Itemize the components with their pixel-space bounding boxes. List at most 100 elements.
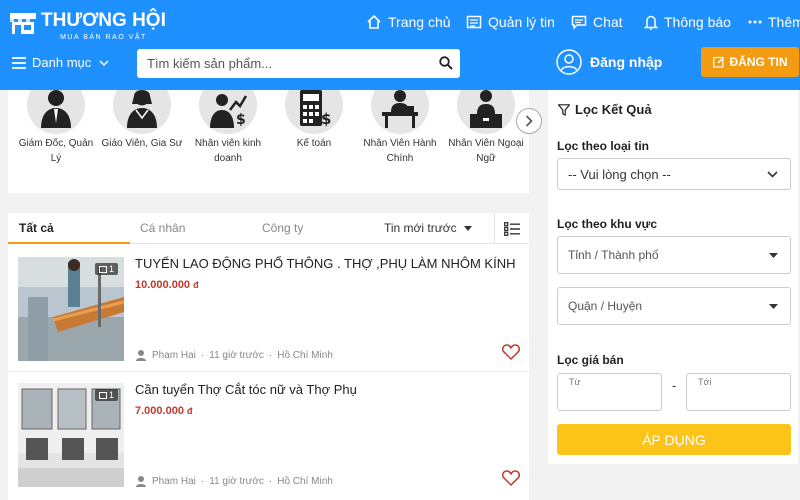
- bell-icon: [644, 15, 658, 30]
- user-icon: [136, 350, 146, 361]
- category-item[interactable]: Nhân Viên Hành Chính: [357, 90, 443, 166]
- search-input[interactable]: [137, 49, 427, 78]
- price-from-label: Từ: [569, 377, 581, 387]
- post-listing-button[interactable]: ĐĂNG TIN: [701, 47, 799, 77]
- district-value: Quận / Huyện: [568, 299, 643, 313]
- nav-home[interactable]: Trang chủ: [366, 14, 451, 30]
- nav-chat-label: Chat: [593, 14, 623, 30]
- post-listing-label: ĐĂNG TIN: [729, 55, 788, 69]
- listing-item[interactable]: 1 TUYỂN LAO ĐỘNG PHỔ THÔNG . THỢ ,PHỤ LÀ…: [8, 244, 529, 369]
- listing-location: Hồ Chí Minh: [277, 475, 333, 487]
- sort-label: Tin mới trước: [384, 221, 457, 235]
- price-from-input[interactable]: Từ: [557, 373, 662, 411]
- category-menu-label: Danh mục: [32, 55, 92, 70]
- listing-meta: Pham Hai · 11 giờ trước · Hồ Chí Minh: [135, 475, 333, 487]
- image-count-badge: 1: [94, 263, 118, 275]
- listing-price: 7.000.000 đ: [135, 405, 193, 417]
- meta-separator: ·: [268, 475, 273, 487]
- category-item[interactable]: Giám Đốc, Quản Lý: [13, 90, 99, 166]
- filter-header: Lọc Kết Quả: [558, 102, 652, 117]
- listing-user[interactable]: Pham Hai: [152, 476, 196, 487]
- logo-tagline: MUA BÁN RAO VẶT: [60, 34, 147, 41]
- chevron-down-icon: [99, 59, 109, 66]
- filter-type-label: Lọc theo loại tin: [557, 139, 649, 153]
- meta-separator: ·: [200, 349, 205, 361]
- language-staff-icon: [470, 90, 502, 128]
- image-count: 1: [108, 264, 114, 274]
- caret-down-icon: [769, 304, 778, 309]
- currency: đ: [187, 406, 193, 416]
- listing-title[interactable]: TUYỂN LAO ĐỘNG PHỔ THÔNG . THỢ ,PHỤ LÀM …: [135, 256, 520, 271]
- heart-icon[interactable]: [502, 344, 520, 360]
- manager-icon: [41, 90, 71, 128]
- category-label: Kế toán: [296, 138, 332, 149]
- sort-dropdown[interactable]: Tin mới trước: [384, 213, 472, 244]
- tab-company[interactable]: Công ty: [262, 213, 303, 244]
- logo-name: THƯƠNG HỘI: [41, 10, 166, 31]
- list-view-toggle[interactable]: [494, 213, 529, 244]
- photo-icon: [98, 391, 107, 399]
- apply-filter-button[interactable]: ÁP DỤNG: [557, 424, 791, 455]
- nav-more-label: Thêm: [768, 14, 800, 30]
- listing-time: 11 giờ trước: [209, 475, 264, 487]
- listing-tabs: Tất cả Cá nhân Công ty Tin mới trước: [8, 213, 529, 244]
- category-label: Nhân Viên Ngoại Ngữ: [448, 138, 524, 164]
- listing-location: Hồ Chí Minh: [277, 349, 333, 361]
- listing-thumbnail[interactable]: 1: [18, 383, 124, 487]
- nav-manage-posts[interactable]: Quản lý tin: [466, 14, 555, 30]
- category-item[interactable]: $ Kế toán: [271, 90, 357, 151]
- chat-icon: [571, 15, 587, 30]
- district-select[interactable]: Quận / Huyện: [557, 287, 791, 325]
- sales-icon: $: [210, 94, 248, 128]
- category-label: Nhân viên kinh doanh: [194, 138, 262, 164]
- search-icon[interactable]: [439, 56, 453, 70]
- login-button[interactable]: Đăng nhập: [556, 49, 662, 75]
- more-icon: [748, 20, 762, 24]
- nav-chat[interactable]: Chat: [571, 14, 623, 30]
- meta-separator: ·: [268, 349, 273, 361]
- site-logo[interactable]: THƯƠNG HỘI MUA BÁN RAO VẶT: [8, 10, 166, 41]
- post-type-value: -- Vui lòng chọn --: [568, 166, 671, 182]
- image-count: 1: [108, 390, 114, 400]
- category-item[interactable]: $ Nhân viên kinh doanh: [185, 90, 271, 166]
- currency: đ: [193, 280, 199, 290]
- nav-more[interactable]: Thêm: [748, 14, 800, 30]
- tab-personal[interactable]: Cá nhân: [140, 213, 185, 244]
- accountant-icon: $: [300, 90, 331, 128]
- listing-title[interactable]: Cần tuyển Thợ Cắt tóc nữ và Thợ Phụ: [135, 382, 520, 397]
- category-item[interactable]: Giáo Viên, Gia Sư: [99, 90, 185, 151]
- category-label: Nhân Viên Hành Chính: [363, 138, 437, 164]
- chevron-right-icon: [525, 115, 533, 127]
- post-type-select[interactable]: -- Vui lòng chọn --: [557, 158, 791, 190]
- listing-thumbnail[interactable]: 1: [18, 257, 124, 361]
- category-strip: Giám Đốc, Quản Lý Giáo Viên, Gia Sư $ Nh…: [8, 90, 529, 193]
- store-icon: [10, 13, 36, 34]
- category-menu-button[interactable]: Danh mục: [12, 55, 109, 70]
- header-bar: THƯƠNG HỘI MUA BÁN RAO VẶT Trang chủ Quả…: [0, 0, 800, 90]
- search-box: [137, 49, 460, 78]
- category-item[interactable]: Nhân Viên Ngoại Ngữ: [443, 90, 529, 166]
- nav-home-label: Trang chủ: [388, 14, 451, 30]
- image-count-badge: 1: [94, 389, 118, 401]
- listing-user[interactable]: Pham Hai: [152, 350, 196, 361]
- category-label: Giáo Viên, Gia Sư: [101, 138, 183, 149]
- listing-item[interactable]: 1 Cần tuyển Thợ Cắt tóc nữ và Thợ Phụ 7.…: [8, 370, 529, 495]
- price-value: 7.000.000: [135, 405, 184, 417]
- list-view-icon: [504, 221, 520, 236]
- tab-all[interactable]: Tất cả: [8, 213, 130, 244]
- heart-icon[interactable]: [502, 470, 520, 486]
- nav-notifications-label: Thông báo: [664, 14, 731, 30]
- price-to-input[interactable]: Tới: [686, 373, 791, 411]
- svg-text:$: $: [236, 112, 246, 128]
- price-to-label: Tới: [698, 377, 712, 387]
- category-next-button[interactable]: [516, 108, 542, 134]
- filter-price-label: Lọc giá bán: [557, 353, 624, 367]
- listing-panel: Tất cả Cá nhân Công ty Tin mới trước 1 T…: [8, 213, 529, 500]
- caret-down-icon: [769, 253, 778, 258]
- caret-down-icon: [463, 226, 472, 231]
- nav-notifications[interactable]: Thông báo: [644, 14, 731, 30]
- edit-icon: [712, 56, 724, 68]
- listing-meta: Pham Hai · 11 giờ trước · Hồ Chí Minh: [135, 349, 333, 361]
- city-select[interactable]: Tỉnh / Thành phố: [557, 236, 791, 274]
- user-icon: [136, 476, 146, 487]
